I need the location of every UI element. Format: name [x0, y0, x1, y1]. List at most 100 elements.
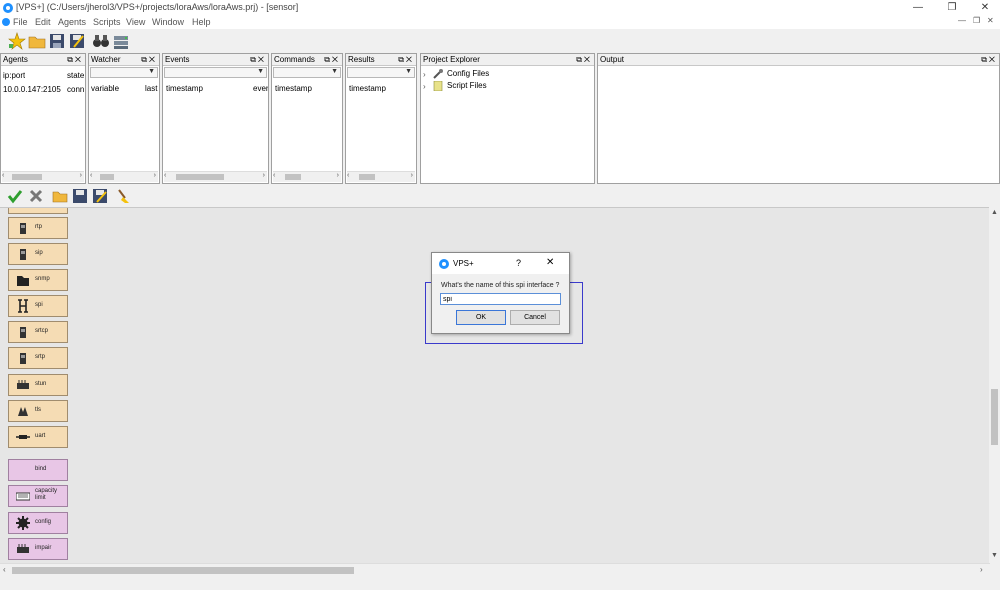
- palette-label: uart: [35, 433, 46, 439]
- watcher-pane: Watcher ⧉✕ ▼ variable last ‹ ›: [88, 53, 160, 184]
- check-icon[interactable]: [7, 188, 23, 204]
- menu-window[interactable]: Window: [152, 17, 184, 27]
- new-star-icon[interactable]: [8, 32, 26, 50]
- save-icon[interactable]: [48, 32, 66, 50]
- palette-item-sip[interactable]: sip: [8, 243, 68, 265]
- palette-item-srtp[interactable]: srtp: [8, 347, 68, 369]
- scroll-right-icon[interactable]: ›: [980, 565, 983, 574]
- palette-item-bind[interactable]: bind: [8, 459, 68, 481]
- events-col-timestamp: timestamp: [166, 84, 203, 93]
- network-icon[interactable]: [112, 32, 130, 50]
- restore-button[interactable]: ❐: [937, 0, 967, 16]
- ok-button[interactable]: OK: [456, 310, 506, 325]
- hscroll-thumb[interactable]: [12, 567, 354, 574]
- pane-controls[interactable]: ⧉✕: [67, 54, 83, 65]
- phone-icon: [20, 249, 26, 260]
- tree-item-script-files[interactable]: › Script Files: [423, 81, 487, 91]
- agent-ipport[interactable]: 10.0.0.147:2105: [3, 85, 61, 94]
- palette-label: config: [35, 519, 52, 525]
- mdi-minimize-button[interactable]: —: [958, 16, 966, 25]
- watcher-hscroll[interactable]: ‹ ›: [90, 171, 158, 182]
- results-combo[interactable]: ▼: [347, 67, 415, 78]
- scroll-up-icon[interactable]: ▲: [991, 209, 998, 216]
- palette-item-impair[interactable]: impair: [8, 538, 68, 560]
- palette-item-rtp[interactable]: rtp: [8, 217, 68, 239]
- cancel-x-icon[interactable]: [28, 188, 44, 204]
- cable-icon: [16, 435, 30, 439]
- pane-controls[interactable]: ⧉✕: [324, 54, 340, 65]
- events-combo[interactable]: ▼: [164, 67, 267, 78]
- watcher-col-variable: variable: [91, 84, 120, 93]
- chevron-right-icon[interactable]: ›: [423, 82, 426, 91]
- dialog-titlebar: VPS+ ? ✕: [432, 253, 569, 274]
- palette-item-stun[interactable]: stun: [8, 374, 68, 396]
- app-icon: [3, 3, 13, 13]
- canvas-hscroll[interactable]: ‹ ›: [0, 563, 990, 577]
- editor-toolbar: [0, 185, 1000, 207]
- commands-pane-title: Commands: [274, 55, 315, 64]
- watcher-col-last: last: [145, 84, 158, 93]
- cancel-button[interactable]: Cancel: [510, 310, 560, 325]
- mdi-restore-button[interactable]: ❐: [973, 16, 980, 25]
- title-bar: [VPS+] (C:/Users/jherol3/VPS+/projects/l…: [0, 0, 1000, 16]
- results-col-timestamp: timestamp: [349, 84, 386, 93]
- palette-item-config[interactable]: config: [8, 512, 68, 534]
- watcher-pane-title: Watcher: [91, 55, 121, 64]
- save-as-icon[interactable]: [68, 32, 86, 50]
- keyboard-icon: [16, 492, 30, 501]
- palette-item-spi[interactable]: spi: [8, 295, 68, 317]
- save-icon[interactable]: [72, 188, 88, 204]
- results-hscroll[interactable]: ‹ ›: [347, 171, 415, 182]
- minimize-button[interactable]: —: [903, 0, 933, 16]
- agents-col-ipport: ip:port: [3, 71, 26, 80]
- dialog-title: VPS+: [453, 259, 474, 268]
- tree-item-config-files[interactable]: › Config Files: [423, 69, 489, 79]
- chevron-right-icon[interactable]: ›: [423, 70, 426, 79]
- pane-controls[interactable]: ⧉✕: [981, 54, 997, 65]
- tree-label: Config Files: [447, 69, 490, 78]
- binoculars-icon[interactable]: [92, 32, 110, 50]
- menu-scripts[interactable]: Scripts: [93, 17, 121, 27]
- menu-view[interactable]: View: [126, 17, 145, 27]
- menu-edit[interactable]: Edit: [35, 17, 51, 27]
- menu-help[interactable]: Help: [192, 17, 211, 27]
- palette-label: impair: [35, 545, 52, 551]
- events-hscroll[interactable]: ‹ ›: [164, 171, 267, 182]
- commands-combo[interactable]: ▼: [273, 67, 341, 78]
- phone-icon: [20, 327, 26, 338]
- agents-hscroll[interactable]: ‹ ›: [2, 171, 84, 182]
- vscroll-thumb[interactable]: [991, 389, 998, 445]
- palette-label: bind: [35, 466, 47, 472]
- window-title: [VPS+] (C:/Users/jherol3/VPS+/projects/l…: [16, 2, 299, 12]
- palette-item-capacity-limit[interactable]: capacity limit: [8, 485, 68, 507]
- palette-label: tls: [35, 407, 41, 413]
- spi-icon: [18, 299, 28, 313]
- scroll-left-icon[interactable]: ‹: [3, 565, 6, 574]
- open-folder-icon[interactable]: [52, 188, 68, 204]
- dialog-close-button[interactable]: ✕: [546, 257, 554, 268]
- pane-controls[interactable]: ⧉✕: [250, 54, 266, 65]
- broom-icon[interactable]: [116, 188, 132, 204]
- agent-state[interactable]: conn: [67, 85, 85, 94]
- pane-controls[interactable]: ⧉✕: [398, 54, 414, 65]
- commands-hscroll[interactable]: ‹ ›: [273, 171, 341, 182]
- wrench-icon: [433, 69, 443, 79]
- pane-controls[interactable]: ⧉✕: [576, 54, 592, 65]
- menu-file[interactable]: File: [13, 17, 28, 27]
- watcher-combo[interactable]: ▼: [90, 67, 158, 78]
- menu-agents[interactable]: Agents: [58, 17, 86, 27]
- palette-item-srtcp[interactable]: srtcp: [8, 321, 68, 343]
- palette-item-tls[interactable]: tls: [8, 400, 68, 422]
- canvas-vscroll[interactable]: ▲ ▼: [989, 207, 1000, 563]
- palette-item-partial[interactable]: [8, 208, 68, 214]
- close-window-button[interactable]: ✕: [970, 0, 1000, 16]
- palette-item-uart[interactable]: uart: [8, 426, 68, 448]
- open-folder-icon[interactable]: [28, 32, 46, 50]
- scroll-down-icon[interactable]: ▼: [991, 552, 998, 559]
- pane-controls[interactable]: ⧉✕: [141, 54, 157, 65]
- palette-item-snmp[interactable]: snmp: [8, 269, 68, 291]
- save-as-icon[interactable]: [92, 188, 108, 204]
- interface-name-input[interactable]: [440, 293, 561, 305]
- help-button[interactable]: ?: [516, 258, 521, 268]
- mdi-close-button[interactable]: ✕: [987, 16, 994, 25]
